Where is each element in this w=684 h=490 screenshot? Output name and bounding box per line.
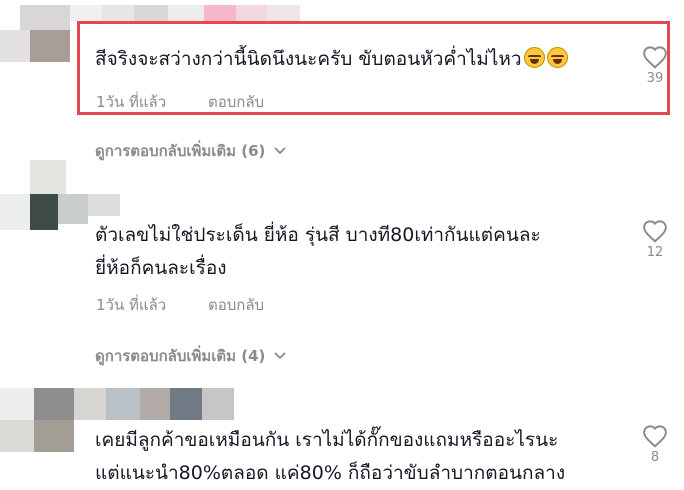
like-count: 39: [646, 71, 664, 86]
chevron-down-icon: [274, 147, 287, 155]
grinning-squinting-face-icon: [523, 47, 545, 68]
reply-button[interactable]: ตอบกลับ: [208, 90, 264, 114]
view-more-replies[interactable]: ดูการตอบกลับเพิ่มเติม (4): [95, 344, 287, 368]
comment-meta: 1วัน ที่แล้ว ตอบกลับ: [96, 90, 264, 114]
reply-button[interactable]: ตอบกลับ: [208, 293, 264, 317]
comment-text-line: แต่แนะนำ80%ตลอด แค่80% ก็ถือว่าขับลำบากต…: [95, 462, 566, 484]
comment-text: ตัวเลขไม่ใช่ประเด็น ยี่ห้อ รุ่นสี บางที8…: [95, 219, 541, 285]
comment-text-line: เคยมีลูกค้าขอเหมือนกัน เราไม่ได้กั๊กของแ…: [95, 429, 559, 451]
comment-time: 1วัน ที่แล้ว: [96, 296, 167, 314]
like-button[interactable]: 8: [640, 424, 670, 465]
view-more-replies[interactable]: ดูการตอบกลับเพิ่มเติม (6): [95, 139, 287, 163]
like-button[interactable]: 12: [640, 219, 670, 260]
heart-outline-icon: [643, 46, 667, 69]
heart-outline-icon: [643, 425, 667, 448]
grinning-squinting-face-icon: [546, 47, 568, 68]
like-button[interactable]: 39: [640, 45, 670, 86]
view-replies-label: ดูการตอบกลับเพิ่มเติม (6): [95, 142, 266, 160]
comment-text-line: ยี่ห้อก็คนละเรื่อง: [95, 257, 227, 279]
comment-text: เคยมีลูกค้าขอเหมือนกัน เราไม่ได้กั๊กของแ…: [95, 424, 565, 490]
like-count: 12: [646, 245, 664, 260]
chevron-down-icon: [274, 352, 287, 360]
heart-outline-icon: [643, 220, 667, 243]
comment-text-line: ตัวเลขไม่ใช่ประเด็น ยี่ห้อ รุ่นสี บางที8…: [95, 224, 541, 246]
view-replies-label: ดูการตอบกลับเพิ่มเติม (4): [95, 347, 266, 365]
like-count: 8: [650, 450, 660, 465]
comment-text-line: สีจริงจะสว่างกว่านี้นิดนึงนะครับ ขับตอนห…: [95, 48, 522, 70]
comment-meta: 1วัน ที่แล้ว ตอบกลับ: [96, 293, 264, 317]
comment-text: สีจริงจะสว่างกว่านี้นิดนึงนะครับ ขับตอนห…: [95, 43, 568, 76]
comment-time: 1วัน ที่แล้ว: [96, 93, 167, 111]
